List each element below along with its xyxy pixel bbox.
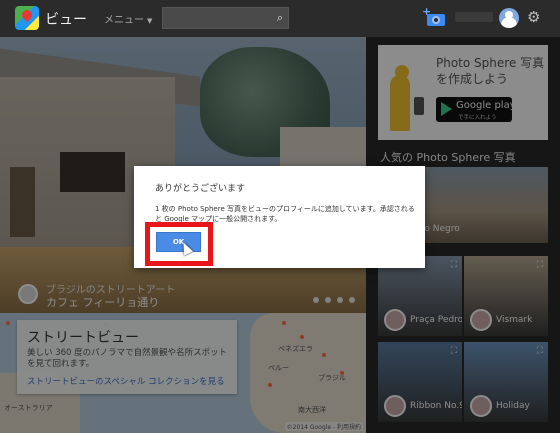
- add-photo-button[interactable]: +: [422, 5, 447, 26]
- plus-icon: +: [422, 5, 432, 18]
- user-avatar[interactable]: [499, 8, 519, 28]
- caret-down-icon: ▼: [147, 17, 153, 25]
- map-pin-icon: [19, 7, 35, 23]
- app-title[interactable]: ビュー: [45, 9, 87, 29]
- search-icon[interactable]: ⌕: [277, 11, 283, 25]
- search-box[interactable]: ⌕: [162, 7, 289, 29]
- gear-icon[interactable]: ⚙: [527, 8, 540, 26]
- top-bar: ビュー メニュー ▼ ⌕ + ⚙: [0, 0, 560, 37]
- ok-button[interactable]: OK: [156, 232, 201, 252]
- dialog-message: 1 枚の Photo Sphere 写真をビューのプロフィールに追加しています。…: [155, 205, 415, 223]
- dialog-title: ありがとうございます: [155, 184, 246, 194]
- menu-button[interactable]: メニュー ▼: [104, 11, 152, 26]
- user-name[interactable]: [455, 12, 493, 22]
- menu-label: メニュー: [104, 15, 144, 26]
- search-input[interactable]: [167, 11, 267, 25]
- app-logo-icon[interactable]: [15, 6, 39, 30]
- camera-lens: [432, 16, 440, 24]
